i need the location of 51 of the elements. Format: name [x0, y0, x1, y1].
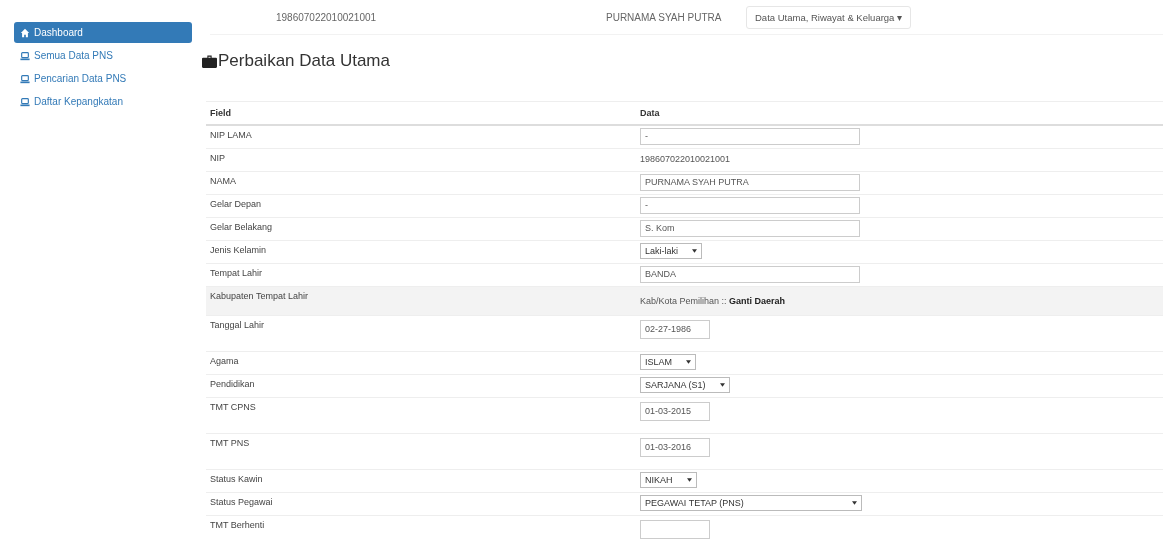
select-field[interactable]: SARJANA (S1) — [640, 377, 730, 393]
input-field[interactable]: - — [640, 128, 860, 145]
select-field[interactable]: PEGAWAI TETAP (PNS) — [640, 495, 862, 511]
field-label: Jenis Kelamin — [206, 240, 636, 264]
input-field[interactable]: PURNAMA SYAH PUTRA — [640, 174, 860, 191]
field-label: Pendidikan — [206, 374, 636, 398]
column-header: Data — [636, 101, 1163, 125]
menu-dropdown[interactable]: Data Utama, Riwayat & Keluarga ▾ — [746, 5, 912, 29]
home-icon — [20, 27, 30, 38]
sidebar-item[interactable]: Dashboard — [14, 22, 192, 43]
field-label: Status Kawin — [206, 469, 636, 493]
field-label: Gelar Belakang — [206, 217, 636, 241]
field-label: Gelar Depan — [206, 194, 636, 218]
sidebar-item[interactable]: Daftar Kepangkatan — [14, 91, 192, 112]
caret-icon — [719, 383, 725, 387]
user-name: PURNAMA SYAH PUTRA — [606, 11, 723, 23]
field-label: NIP LAMA — [206, 125, 636, 149]
field-label: TMT PNS — [206, 433, 636, 470]
laptop-icon — [20, 50, 30, 61]
date-field[interactable]: 02-27-1986 — [640, 320, 710, 339]
field-label: Status Pegawai — [206, 492, 636, 516]
select-field[interactable]: Laki-laki — [640, 243, 702, 259]
sidebar-item[interactable]: Pencarian Data PNS — [14, 68, 192, 89]
field-label: Agama — [206, 351, 636, 375]
date-field[interactable]: 01-03-2016 — [640, 438, 710, 457]
field-label: TMT Berhenti — [206, 515, 636, 551]
caret-icon — [692, 249, 697, 253]
field-label: TMT CPNS — [206, 397, 636, 434]
date-field[interactable]: 01-03-2015 — [640, 402, 710, 421]
field-label: NAMA — [206, 171, 636, 195]
input-field[interactable]: - — [640, 197, 860, 214]
field-label: NIP — [206, 148, 636, 172]
nip-text: 198607022010021001 — [276, 11, 378, 23]
caret-icon — [852, 501, 857, 505]
caret-icon — [686, 478, 692, 482]
field-label: Kabupaten Tempat Lahir — [206, 286, 636, 316]
select-field[interactable]: ISLAM — [640, 354, 696, 370]
select-field[interactable]: NIKAH — [640, 472, 697, 488]
input-field[interactable]: BANDA — [640, 266, 860, 283]
sidebar-item[interactable]: Semua Data PNS — [14, 45, 192, 66]
laptop-icon — [20, 73, 30, 84]
column-header: Field — [206, 101, 636, 125]
input-field[interactable]: S. Kom — [640, 220, 860, 237]
laptop-icon — [20, 96, 30, 107]
page-title: Perbaikan Data Utama — [218, 51, 390, 71]
field-label: Tanggal Lahir — [206, 315, 636, 352]
date-field[interactable] — [640, 520, 710, 539]
field-value: 198607022010021001 — [640, 154, 731, 164]
caret-icon — [686, 360, 691, 364]
field-value: Kab/Kota Pemilihan :: Ganti Daerah — [640, 296, 786, 306]
briefcase-icon — [202, 54, 217, 68]
